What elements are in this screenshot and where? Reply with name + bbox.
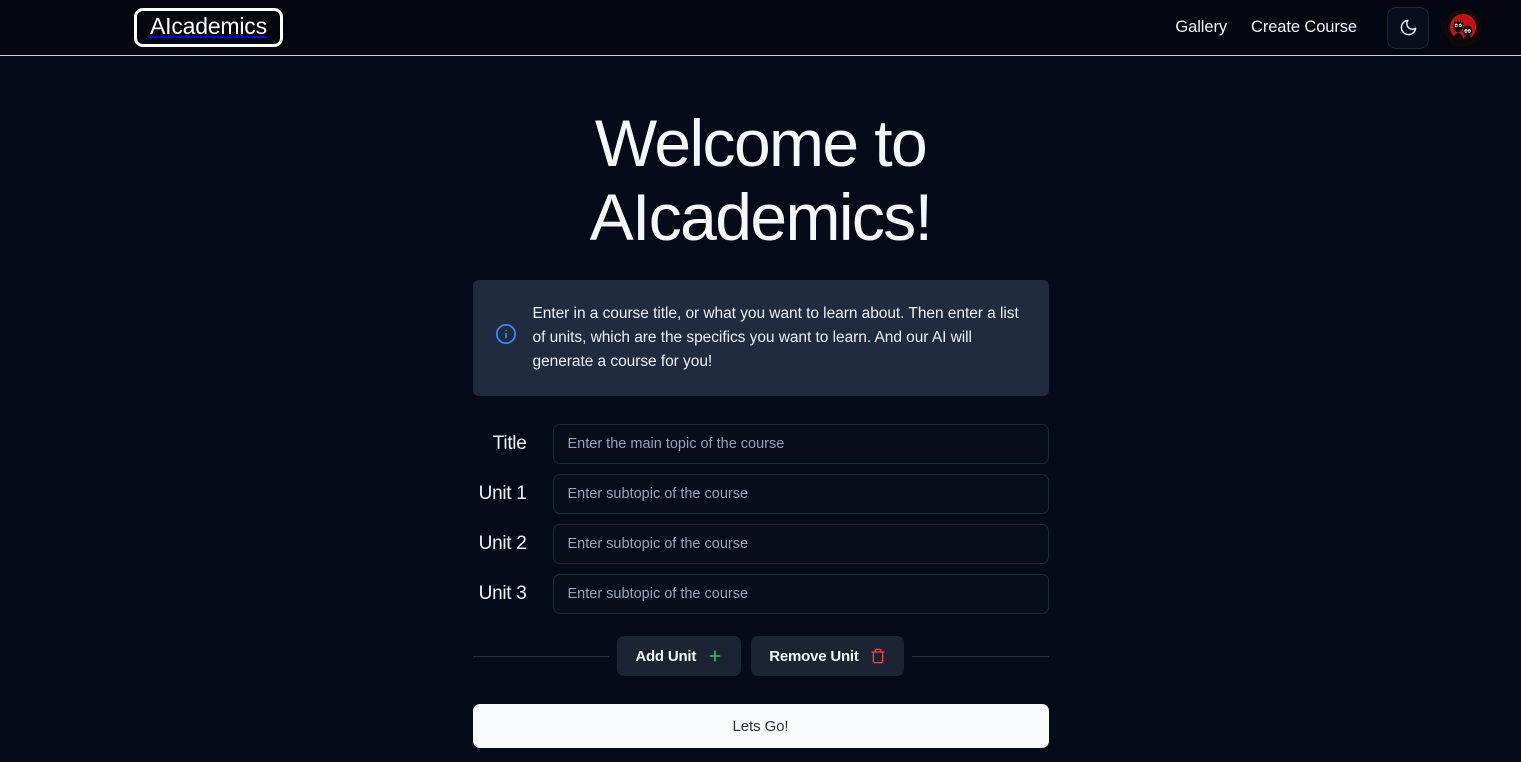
add-unit-button[interactable]: Add Unit bbox=[617, 636, 742, 676]
divider-right bbox=[911, 655, 1049, 657]
divider-left bbox=[472, 655, 610, 657]
theme-toggle-button[interactable] bbox=[1387, 6, 1429, 49]
course-form: Title Unit 1 Unit 2 Unit 3 bbox=[473, 424, 1049, 614]
nav-link-create-course[interactable]: Create Course bbox=[1239, 18, 1369, 37]
avatar[interactable] bbox=[1445, 9, 1481, 46]
unit-3-input[interactable] bbox=[552, 574, 1049, 614]
remove-unit-button[interactable]: Remove Unit bbox=[751, 636, 904, 676]
unit-actions-row: Add Unit Remove Unit bbox=[472, 636, 1049, 676]
form-row-unit-1: Unit 1 bbox=[473, 474, 1049, 514]
label-unit-2: Unit 2 bbox=[478, 533, 527, 554]
info-circle-icon bbox=[495, 323, 517, 345]
main-navigation: Gallery Create Course bbox=[1175, 6, 1481, 49]
title-input[interactable] bbox=[552, 424, 1049, 464]
info-alert: Enter in a course title, or what you wan… bbox=[472, 280, 1049, 396]
form-row-unit-3: Unit 3 bbox=[473, 574, 1049, 614]
form-row-unit-2: Unit 2 bbox=[473, 524, 1049, 564]
unit-2-input[interactable] bbox=[552, 524, 1049, 564]
label-unit-1: Unit 1 bbox=[478, 483, 527, 504]
app-header: AIcademics Gallery Create Course bbox=[0, 0, 1521, 56]
remove-unit-label: Remove Unit bbox=[769, 647, 859, 665]
plus-icon bbox=[707, 648, 723, 664]
info-alert-text: Enter in a course title, or what you wan… bbox=[532, 305, 1019, 370]
label-title: Title bbox=[492, 433, 527, 454]
logo-button[interactable]: AIcademics bbox=[134, 8, 283, 47]
label-unit-3: Unit 3 bbox=[478, 583, 527, 604]
page-title-line-2: AIcademics! bbox=[589, 180, 933, 254]
page-title-line-1: Welcome to bbox=[594, 106, 928, 180]
main-content: Welcome to AIcademics! Enter in a course… bbox=[0, 56, 1521, 748]
trash-icon bbox=[870, 648, 886, 664]
logo-text: AIcademics bbox=[150, 13, 267, 39]
add-unit-label: Add Unit bbox=[635, 647, 697, 665]
submit-button[interactable]: Lets Go! bbox=[472, 704, 1049, 748]
form-row-title: Title bbox=[473, 424, 1049, 464]
nav-link-gallery[interactable]: Gallery bbox=[1175, 18, 1239, 37]
page-title: Welcome to AIcademics! bbox=[411, 110, 1111, 250]
moon-icon bbox=[1399, 18, 1418, 37]
unit-1-input[interactable] bbox=[552, 474, 1049, 514]
